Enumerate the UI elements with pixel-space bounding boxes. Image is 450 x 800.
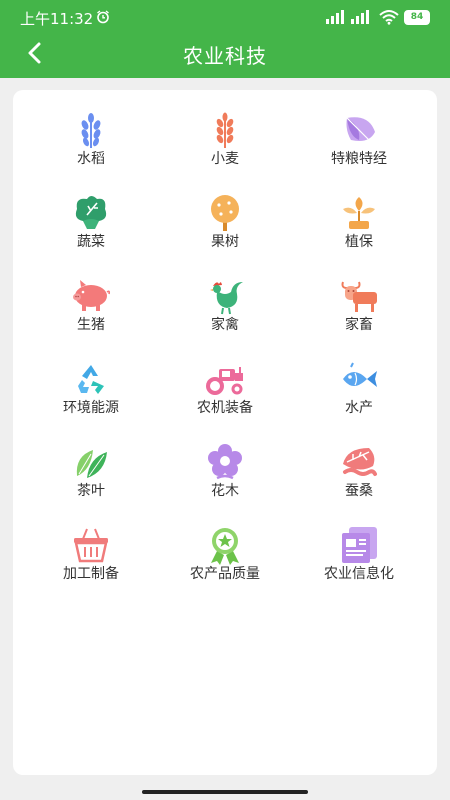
quality-award-icon — [211, 528, 239, 565]
app-header: 上午11:32 84 农业科技 — [0, 0, 450, 78]
category-item-fruit-trees[interactable]: 果树 — [155, 193, 295, 273]
category-label: 水产 — [345, 400, 373, 416]
fruit-tree-icon — [211, 195, 239, 231]
category-item-wheat[interactable]: 小麦 — [155, 110, 295, 190]
cattle-icon — [341, 281, 377, 312]
category-label: 蔬菜 — [77, 234, 105, 250]
category-item-farm-machinery[interactable]: 农机装备 — [155, 359, 295, 439]
category-label: 茶叶 — [77, 483, 105, 499]
wheat-icon — [216, 112, 234, 148]
info-document-icon — [342, 527, 377, 563]
category-label: 农机装备 — [197, 400, 253, 416]
category-label: 农业信息化 — [324, 566, 394, 582]
category-item-product-quality[interactable]: 农产品质量 — [155, 525, 295, 605]
category-card: 水稻 小麦 特粮特经 蔬菜 果树 植保 生猪 家禽 家畜 环境能源 农机装备 水… — [13, 90, 437, 775]
category-label: 蚕桑 — [345, 483, 373, 499]
category-label: 家禽 — [211, 317, 239, 333]
tea-leaf-icon — [76, 450, 107, 478]
category-item-sericulture[interactable]: 蚕桑 — [289, 442, 429, 522]
category-item-environment-energy[interactable]: 环境能源 — [21, 359, 161, 439]
vegetable-icon — [75, 196, 107, 229]
basket-icon — [74, 528, 108, 563]
category-label: 农产品质量 — [190, 566, 260, 582]
category-label: 植保 — [345, 234, 373, 250]
category-item-informatization[interactable]: 农业信息化 — [289, 525, 429, 605]
fish-icon — [343, 362, 377, 387]
category-item-special-crops[interactable]: 特粮特经 — [289, 110, 429, 190]
category-item-vegetables[interactable]: 蔬菜 — [21, 193, 161, 273]
category-item-processing[interactable]: 加工制备 — [21, 525, 161, 605]
alarm-clock-icon — [97, 10, 109, 24]
status-bar: 上午11:32 84 — [0, 0, 450, 34]
tractor-icon — [206, 367, 243, 395]
category-item-poultry[interactable]: 家禽 — [155, 276, 295, 356]
plant-protection-icon — [343, 197, 375, 229]
battery-icon: 84 — [404, 10, 430, 25]
home-indicator[interactable] — [142, 790, 308, 794]
mulberry-icon — [343, 448, 377, 476]
category-item-plant-protection[interactable]: 植保 — [289, 193, 429, 273]
category-item-tea[interactable]: 茶叶 — [21, 442, 161, 522]
category-label: 家畜 — [345, 317, 373, 333]
status-icons: 84 — [326, 9, 430, 25]
category-label: 果树 — [211, 234, 239, 250]
category-label: 环境能源 — [63, 400, 119, 416]
category-label: 花木 — [211, 483, 239, 499]
wifi-icon — [379, 10, 399, 25]
category-label: 小麦 — [211, 151, 239, 167]
cellular-signal-2-icon — [351, 10, 369, 24]
rice-icon — [81, 113, 101, 148]
category-item-pig[interactable]: 生猪 — [21, 276, 161, 356]
rooster-icon — [210, 282, 243, 315]
cellular-signal-1-icon — [326, 10, 344, 24]
category-label: 生猪 — [77, 317, 105, 333]
page-title: 农业科技 — [183, 44, 267, 68]
pig-icon — [73, 280, 111, 311]
recycle-icon — [78, 365, 104, 394]
category-item-aquatic[interactable]: 水产 — [289, 359, 429, 439]
category-item-flowers-trees[interactable]: 花木 — [155, 442, 295, 522]
category-item-rice[interactable]: 水稻 — [21, 110, 161, 190]
category-item-livestock[interactable]: 家畜 — [289, 276, 429, 356]
category-label: 水稻 — [77, 151, 105, 167]
special-crops-icon — [346, 117, 375, 141]
category-label: 特粮特经 — [331, 151, 387, 167]
status-time: 上午11:32 — [20, 10, 94, 28]
category-label: 加工制备 — [63, 566, 119, 582]
flower-icon — [208, 444, 242, 480]
